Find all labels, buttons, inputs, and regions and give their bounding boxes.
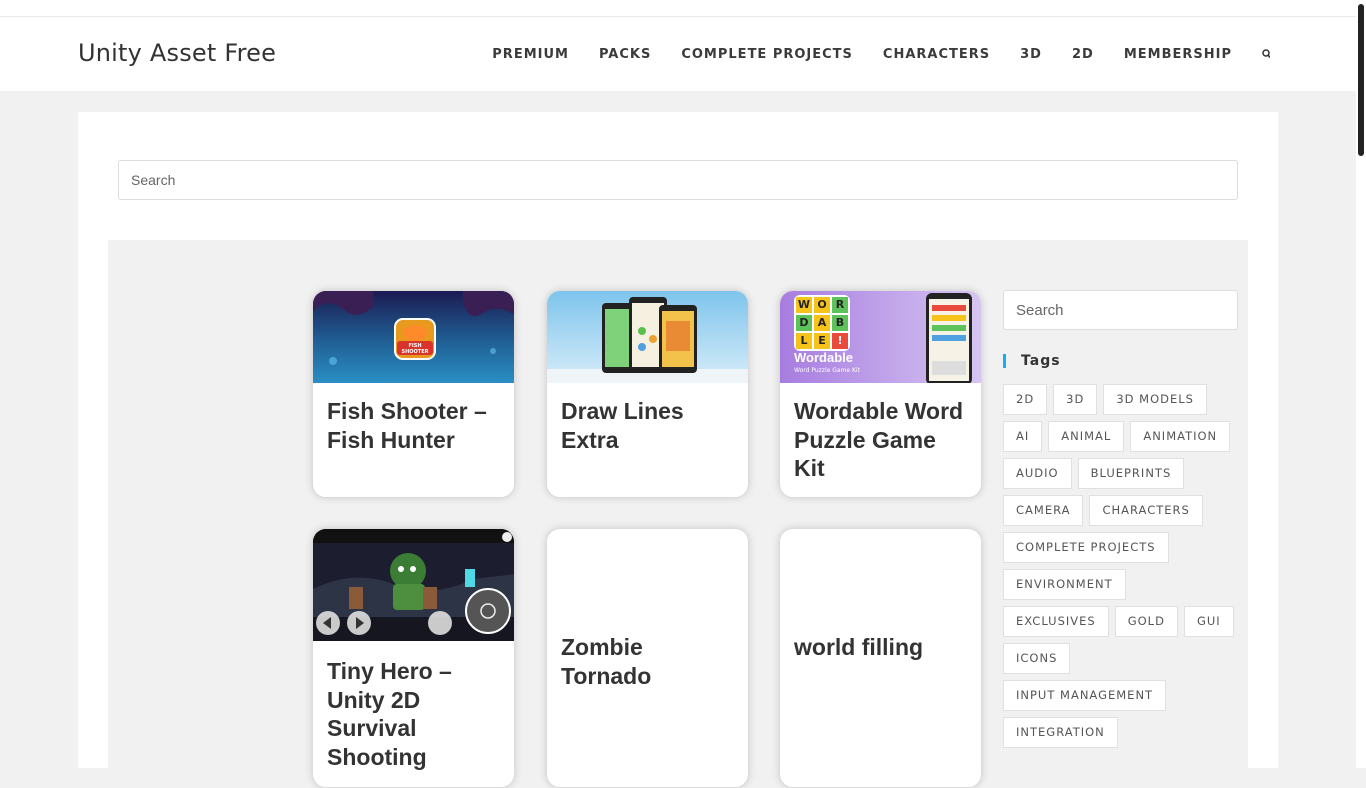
nav-item-complete-projects[interactable]: COMPLETE PROJECTS bbox=[681, 47, 853, 62]
post-card[interactable]: W O R D A B L E ! Wordable Word Puzzle G… bbox=[779, 290, 982, 498]
main-search-input[interactable] bbox=[118, 160, 1238, 200]
letter-tile: D bbox=[799, 316, 809, 329]
site-header: Unity Asset Free PREMIUM PACKS COMPLETE … bbox=[0, 17, 1356, 91]
page-scrollbar[interactable] bbox=[1356, 0, 1366, 768]
letter-tile: O bbox=[817, 298, 827, 311]
site-title[interactable]: Unity Asset Free bbox=[78, 39, 276, 67]
tag-exclusives[interactable]: EXCLUSIVES bbox=[1003, 606, 1109, 637]
nav-item-characters[interactable]: CHARACTERS bbox=[883, 47, 990, 62]
post-card[interactable]: world filling bbox=[779, 528, 982, 788]
tag-2d[interactable]: 2D bbox=[1003, 384, 1048, 415]
post-card[interactable]: FISH SHOOTER Fish Shooter – Fish Hunter bbox=[312, 290, 515, 498]
tag-gui[interactable]: GUI bbox=[1183, 606, 1234, 637]
tag-environment[interactable]: ENVIRONMENT bbox=[1003, 569, 1126, 600]
letter-tile: E bbox=[818, 334, 826, 347]
tag-icons[interactable]: ICONS bbox=[1003, 643, 1071, 674]
sidebar: Tags 2D 3D 3D MODELS AI ANIMAL ANIMATION… bbox=[1003, 290, 1239, 754]
search-icon[interactable] bbox=[1262, 48, 1271, 61]
tag-blueprints[interactable]: BLUEPRINTS bbox=[1077, 458, 1185, 489]
letter-tile: B bbox=[835, 316, 845, 329]
letter-tile: W bbox=[797, 298, 811, 311]
post-thumbnail[interactable] bbox=[547, 291, 748, 383]
tag-cloud: 2D 3D 3D MODELS AI ANIMAL ANIMATION AUDI… bbox=[1003, 384, 1243, 754]
thumbnail-subtext: Word Puzzle Game Kit bbox=[794, 367, 860, 374]
tag-3d-models[interactable]: 3D MODELS bbox=[1103, 384, 1207, 415]
tag-ai[interactable]: AI bbox=[1003, 421, 1043, 452]
post-title[interactable]: Zombie Tornado bbox=[547, 633, 748, 690]
tag-animation[interactable]: ANIMATION bbox=[1130, 421, 1231, 452]
post-title[interactable]: Tiny Hero – Unity 2D Survival Shooting bbox=[313, 657, 514, 771]
letter-tile: R bbox=[835, 298, 845, 311]
post-title[interactable]: world filling bbox=[780, 633, 981, 662]
tag-3d[interactable]: 3D bbox=[1053, 384, 1098, 415]
nav-item-premium[interactable]: PREMIUM bbox=[492, 47, 569, 62]
main-nav: PREMIUM PACKS COMPLETE PROJECTS CHARACTE… bbox=[462, 17, 1271, 91]
sidebar-search-input[interactable] bbox=[1003, 290, 1238, 330]
tag-characters[interactable]: CHARACTERS bbox=[1089, 495, 1203, 526]
post-title[interactable]: Draw Lines Extra bbox=[547, 397, 748, 454]
tag-complete-projects[interactable]: COMPLETE PROJECTS bbox=[1003, 532, 1169, 563]
tag-audio[interactable]: AUDIO bbox=[1003, 458, 1072, 489]
nav-item-membership[interactable]: MEMBERSHIP bbox=[1124, 47, 1232, 62]
post-title[interactable]: Wordable Word Puzzle Game Kit bbox=[780, 397, 981, 483]
post-card[interactable]: Draw Lines Extra bbox=[546, 290, 749, 498]
post-card[interactable]: Tiny Hero – Unity 2D Survival Shooting bbox=[312, 528, 515, 788]
post-title[interactable]: Fish Shooter – Fish Hunter bbox=[313, 397, 514, 454]
thumbnail-text: Wordable bbox=[794, 350, 853, 365]
letter-tile: ! bbox=[837, 334, 843, 347]
post-thumbnail[interactable]: FISH SHOOTER bbox=[313, 291, 514, 383]
content-area: FISH SHOOTER Fish Shooter – Fish Hunter bbox=[108, 240, 1248, 788]
tag-input-management[interactable]: INPUT MANAGEMENT bbox=[1003, 680, 1167, 711]
nav-item-packs[interactable]: PACKS bbox=[599, 47, 651, 62]
tags-widget-title: Tags bbox=[1003, 354, 1239, 368]
letter-tile: L bbox=[800, 334, 808, 347]
post-thumbnail[interactable] bbox=[313, 529, 514, 641]
post-thumbnail[interactable]: W O R D A B L E ! Wordable Word Puzzle G… bbox=[780, 291, 981, 383]
post-card[interactable]: Zombie Tornado bbox=[546, 528, 749, 788]
tag-integration[interactable]: INTEGRATION bbox=[1003, 717, 1118, 748]
thumbnail-text: FISH SHOOTER bbox=[401, 343, 429, 355]
letter-tile: A bbox=[817, 316, 827, 329]
tag-animal[interactable]: ANIMAL bbox=[1048, 421, 1125, 452]
scrollbar-thumb[interactable] bbox=[1358, 4, 1364, 156]
top-bar bbox=[0, 0, 1356, 17]
tag-gold[interactable]: GOLD bbox=[1114, 606, 1178, 637]
tag-camera[interactable]: CAMERA bbox=[1003, 495, 1084, 526]
nav-item-2d[interactable]: 2D bbox=[1072, 47, 1094, 62]
page-container: FISH SHOOTER Fish Shooter – Fish Hunter bbox=[78, 112, 1278, 788]
nav-item-3d[interactable]: 3D bbox=[1020, 47, 1042, 62]
